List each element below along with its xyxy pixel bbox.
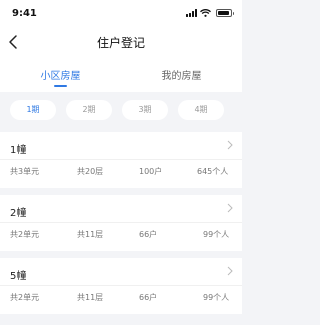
tab-active-indicator [54, 85, 67, 87]
building-card[interactable]: 1幢 共3单元 共20层 100户 645个人 [0, 132, 242, 188]
status-bar: 9:41 [0, 0, 242, 28]
tab-bar: 小区房屋 我的房屋 [0, 56, 242, 92]
divider [0, 222, 242, 223]
floors-count: 共11层 [77, 230, 104, 239]
floors-count: 共11层 [77, 293, 104, 302]
chevron-right-icon [227, 266, 233, 276]
people-count: 645个人 [197, 167, 229, 176]
page-title: 住户登记 [96, 36, 145, 50]
phase-chip[interactable]: 3期 [122, 100, 168, 120]
building-name: 5幢 [10, 271, 27, 282]
status-icons [186, 9, 234, 17]
building-name: 2幢 [10, 208, 27, 219]
households-count: 66户 [139, 230, 158, 239]
phase-chip[interactable]: 4期 [178, 100, 224, 120]
units-count: 共2单元 [10, 293, 40, 302]
signal-icon [186, 9, 197, 17]
tab-my-houses[interactable]: 我的房屋 [121, 67, 242, 82]
building-card[interactable]: 2幢 共2单元 共11层 66户 99个人 [0, 195, 242, 251]
units-count: 共2单元 [10, 230, 40, 239]
units-count: 共3单元 [10, 167, 40, 176]
chevron-right-icon [227, 203, 233, 213]
people-count: 99个人 [203, 230, 230, 239]
chevron-right-icon [227, 140, 233, 150]
divider [0, 285, 242, 286]
divider [0, 159, 242, 160]
phase-selector: 1期 2期 3期 4期 [0, 100, 242, 122]
wifi-icon [200, 9, 211, 17]
floors-count: 共20层 [77, 167, 104, 176]
households-count: 66户 [139, 293, 158, 302]
building-card[interactable]: 5幢 共2单元 共11层 66户 99个人 [0, 258, 242, 314]
battery-icon [216, 9, 234, 17]
building-name: 1幢 [10, 145, 27, 156]
phase-chip[interactable]: 1期 [10, 100, 56, 120]
tab-community-houses[interactable]: 小区房屋 [0, 67, 121, 82]
status-time: 9:41 [12, 8, 37, 19]
phase-chip[interactable]: 2期 [66, 100, 112, 120]
households-count: 100户 [139, 167, 163, 176]
people-count: 99个人 [203, 293, 230, 302]
nav-bar: 住户登记 [0, 28, 242, 56]
